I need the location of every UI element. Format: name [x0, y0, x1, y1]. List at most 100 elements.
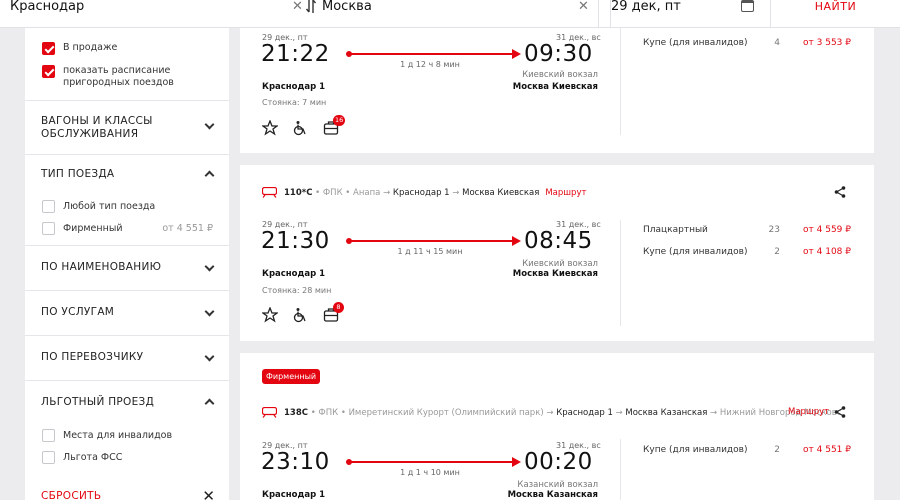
option-label: Фирменный — [63, 223, 123, 234]
price[interactable]: от 4 108 ₽ — [771, 247, 851, 257]
close-icon[interactable]: ✕ — [202, 489, 215, 500]
train-number[interactable]: 138С — [284, 408, 308, 418]
section-title: ПО ПЕРЕВОЗЧИКУ — [41, 351, 144, 363]
departure-time: 21:30 — [261, 228, 330, 254]
option-price: от 4 551 ₽ — [162, 223, 213, 234]
divider — [620, 220, 621, 326]
arrival-time: 09:30 — [524, 41, 593, 67]
route-from: Краснодар 1 — [556, 407, 613, 418]
route-to: Москва Киевская — [462, 187, 540, 198]
filter-on-sale[interactable]: В продаже — [42, 42, 117, 55]
share-icon[interactable] — [834, 186, 846, 198]
route-origin: Анапа — [353, 187, 381, 198]
chevron-down-icon[interactable] — [204, 351, 215, 362]
arrival-station[interactable]: Москва Казанская — [438, 490, 598, 500]
section-by-name[interactable]: ПО НАИМЕНОВАНИЮ — [25, 245, 229, 290]
arrival-station[interactable]: Москва Киевская — [438, 269, 598, 279]
carrier: • ФПК • — [310, 407, 346, 418]
calendar-icon[interactable] — [741, 0, 754, 12]
from-field[interactable]: Краснодар — [10, 0, 310, 28]
checkbox[interactable] — [42, 429, 55, 442]
route-link[interactable]: Маршрут — [545, 188, 586, 198]
divider — [620, 28, 621, 135]
carrier: • ФПК • — [315, 187, 351, 198]
filter-fss[interactable]: Льгота ФСС — [42, 451, 213, 464]
section-benefit: ЛЬГОТНЫЙ ПРОЕЗД Места для инвалидов Льго… — [25, 380, 229, 500]
departure-time: 23:10 — [261, 449, 330, 475]
price[interactable]: от 3 553 ₽ — [771, 38, 851, 48]
wagon-class[interactable]: Плацкартный — [643, 225, 708, 235]
find-button[interactable]: НАЙТИ — [771, 0, 900, 28]
train-card: Фирменный 138С • ФПК • Имеретинский Куро… — [240, 353, 874, 500]
duration: 1 д 1 ч 10 мин — [400, 468, 460, 477]
divider — [620, 439, 621, 500]
clear-to-icon[interactable]: ✕ — [578, 0, 589, 14]
to-field[interactable]: Москва — [322, 0, 598, 28]
arrival-vokzal: Киевский вокзал — [522, 259, 598, 269]
section-services[interactable]: ПО УСЛУГАМ — [25, 290, 229, 335]
price[interactable]: от 4 551 ₽ — [771, 445, 851, 455]
bedding-icon[interactable] — [262, 307, 278, 323]
train-icon — [262, 187, 277, 198]
firm-badge: Фирменный — [262, 369, 321, 384]
chevron-up-icon[interactable] — [204, 170, 215, 181]
bedding-icon[interactable] — [262, 120, 278, 136]
wagon-class[interactable]: Купе (для инвалидов) — [643, 445, 747, 455]
checkbox[interactable] — [42, 451, 55, 464]
chevron-down-icon[interactable] — [204, 119, 215, 130]
filter-suburban[interactable]: показать расписание пригородных поездов — [42, 65, 192, 89]
arrow-right-icon — [512, 236, 521, 246]
route-from: Краснодар 1 — [392, 187, 450, 198]
departure-station[interactable]: Краснодар 1 — [262, 490, 325, 500]
route-origin: Имеретинский Курорт (Олимпийский парк) — [348, 407, 544, 418]
reset-button[interactable]: СБРОСИТЬ — [41, 490, 101, 500]
filter-firm[interactable]: Фирменный от 4 551 ₽ — [42, 222, 213, 235]
checkbox-checked[interactable] — [42, 65, 55, 78]
duration: 1 д 11 ч 15 мин — [397, 247, 463, 256]
arrow-right-icon — [512, 49, 521, 59]
date-field[interactable]: 29 дек, пт — [610, 0, 770, 28]
route-line: 110*С • ФПК • Анапа → Краснодар 1 → Моск… — [262, 187, 586, 198]
search-bar: Краснодар ✕ Москва ✕ 29 дек, пт НАЙТИ — [0, 0, 900, 28]
checkbox[interactable] — [42, 222, 55, 235]
services-count-badge: 16 — [333, 115, 346, 126]
share-icon[interactable] — [834, 406, 846, 418]
section-title: ЛЬГОТНЫЙ ПРОЕЗД — [41, 396, 155, 408]
section-title: ТИП ПОЕЗДА — [41, 168, 115, 180]
filter-any-type[interactable]: Любой тип поезда — [42, 200, 213, 213]
train-card: 29 дек., пт 21:22 1 д 12 ч 8 мин 31 дек.… — [240, 28, 874, 153]
filter-disabled-seats[interactable]: Места для инвалидов — [42, 429, 213, 442]
arrival-time: 08:45 — [524, 228, 593, 254]
departure-station[interactable]: Краснодар 1 — [262, 82, 325, 92]
departure-time: 21:22 — [261, 41, 330, 67]
wagon-class[interactable]: Купе (для инвалидов) — [643, 247, 747, 257]
section-carrier[interactable]: ПО ПЕРЕВОЗЧИКУ — [25, 335, 229, 380]
wheelchair-icon[interactable] — [292, 120, 308, 136]
route-line — [349, 240, 514, 242]
section-wagons[interactable]: ВАГОНЫ И КЛАССЫ ОБСЛУЖИВАНИЯ — [25, 100, 229, 145]
price[interactable]: от 4 559 ₽ — [771, 225, 851, 235]
checkbox[interactable] — [42, 200, 55, 213]
arrival-station[interactable]: Москва Киевская — [438, 82, 598, 92]
route-line — [349, 461, 514, 463]
chevron-down-icon[interactable] — [204, 261, 215, 272]
train-number[interactable]: 110*С — [284, 188, 312, 198]
swap-icon[interactable] — [305, 0, 317, 17]
route-link[interactable]: Маршрут — [788, 407, 829, 417]
train-icon — [262, 407, 277, 418]
arrow-right-icon — [512, 457, 521, 467]
services-count-badge: 8 — [333, 302, 344, 313]
chevron-down-icon[interactable] — [204, 306, 215, 317]
clear-from-icon[interactable]: ✕ — [292, 0, 303, 14]
departure-station[interactable]: Краснодар 1 — [262, 269, 325, 279]
checkbox-label: В продаже — [63, 42, 118, 53]
wagon-class[interactable]: Купе (для инвалидов) — [643, 38, 747, 48]
chevron-up-icon[interactable] — [204, 398, 215, 409]
wheelchair-icon[interactable] — [292, 307, 308, 323]
option-label: Льгота ФСС — [63, 452, 123, 463]
route-to: Москва Казанская — [625, 407, 708, 418]
option-label: Любой тип поезда — [63, 201, 156, 212]
stop-duration: Стоянка: 7 мин — [262, 98, 327, 107]
checkbox-checked[interactable] — [42, 42, 55, 55]
arrival-time: 00:20 — [524, 449, 593, 475]
